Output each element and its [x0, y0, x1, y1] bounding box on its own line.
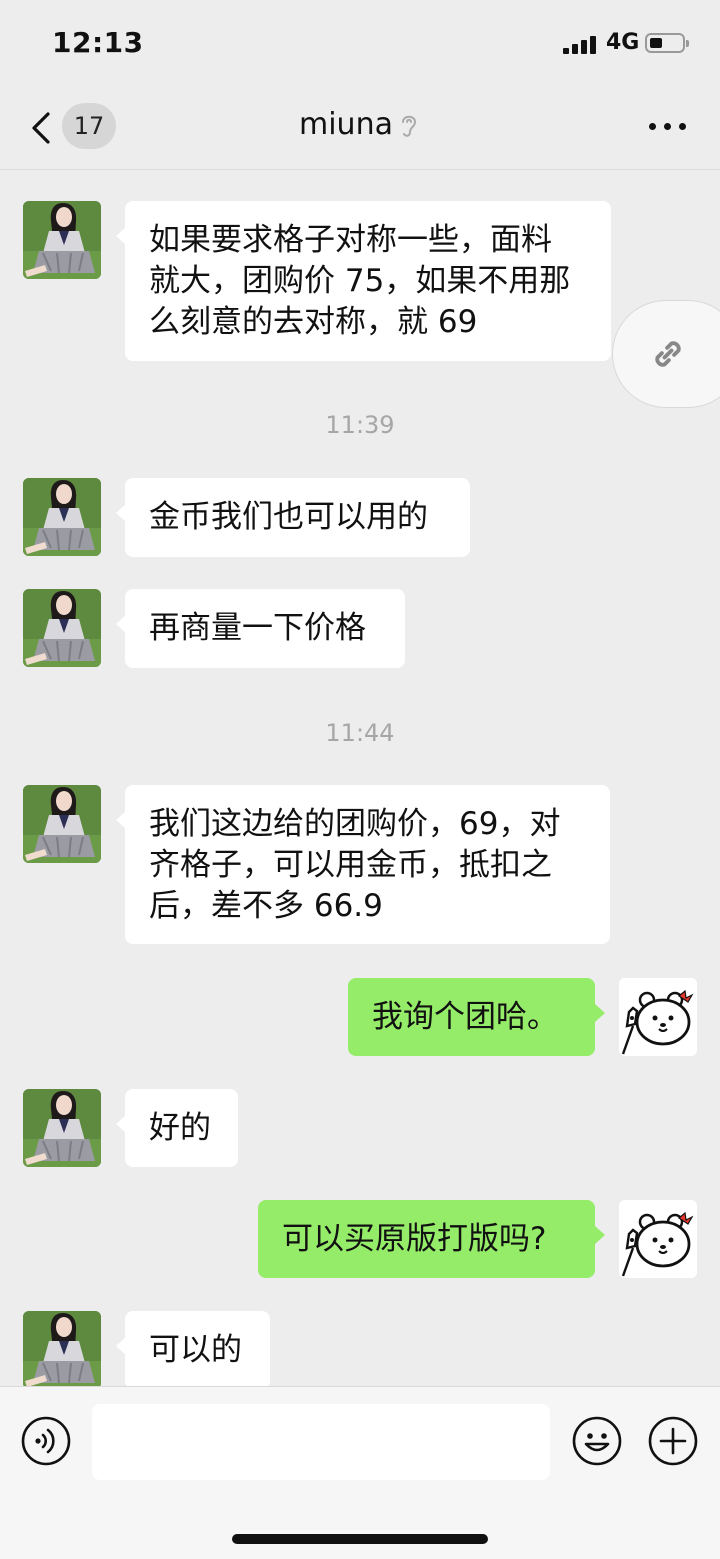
bear-avatar-image	[619, 978, 697, 1056]
more-functions-button[interactable]	[648, 1416, 698, 1466]
contact-avatar[interactable]	[23, 1089, 101, 1167]
outgoing-message-bubble[interactable]: 我询个团哈。	[348, 978, 605, 1056]
plus-icon	[648, 1416, 698, 1466]
contact-avatar[interactable]	[23, 1311, 101, 1389]
link-icon	[655, 341, 681, 367]
contact-avatar-image	[23, 478, 101, 556]
incoming-message-bubble[interactable]: 如果要求格子对称一些，面料 就大，团购价 75，如果不用那 么刻意的去对称，就 …	[116, 201, 611, 361]
signal-icon	[563, 36, 597, 54]
battery-icon	[645, 33, 689, 53]
bear-avatar-image	[619, 1200, 697, 1278]
chat-title: miuna	[0, 107, 720, 142]
more-options-button[interactable]	[648, 116, 688, 136]
network-type: 4G	[606, 30, 640, 55]
voice-icon	[21, 1416, 71, 1466]
status-time: 12:13	[52, 26, 144, 59]
timestamp: 11:44	[325, 719, 395, 747]
message-input[interactable]	[92, 1404, 550, 1480]
contact-avatar[interactable]	[23, 478, 101, 556]
emoji-icon	[572, 1416, 622, 1466]
my-avatar[interactable]	[619, 978, 697, 1056]
incoming-message-bubble[interactable]: 金币我们也可以用的	[116, 478, 470, 557]
incoming-message-bubble[interactable]: 再商量一下价格	[116, 589, 405, 668]
outgoing-message-bubble[interactable]: 可以买原版打版吗?	[258, 1200, 605, 1278]
timestamp: 11:39	[325, 411, 395, 439]
contact-avatar[interactable]	[23, 785, 101, 863]
contact-avatar-image	[23, 201, 101, 279]
contact-name: miuna	[299, 107, 393, 142]
contact-avatar-image	[23, 1089, 101, 1167]
home-indicator[interactable]	[232, 1534, 488, 1544]
contact-avatar[interactable]	[23, 201, 101, 279]
incoming-message-bubble[interactable]: 好的	[116, 1089, 238, 1167]
my-avatar[interactable]	[619, 1200, 697, 1278]
voice-input-button[interactable]	[21, 1416, 71, 1466]
incoming-message-bubble[interactable]: 可以的	[116, 1311, 270, 1389]
emoji-button[interactable]	[572, 1416, 622, 1466]
contact-avatar-image	[23, 785, 101, 863]
status-bar: 12:13 4G	[0, 0, 720, 88]
contact-avatar-image	[23, 589, 101, 667]
listening-ear-icon	[401, 115, 416, 137]
contact-avatar-image	[23, 1311, 101, 1389]
contact-avatar[interactable]	[23, 589, 101, 667]
chat-header: 17 miuna	[0, 88, 720, 170]
incoming-message-bubble[interactable]: 我们这边给的团购价，69，对 齐格子，可以用金币，抵扣之 后，差不多 66.9	[116, 785, 610, 944]
link-floating-button[interactable]	[612, 300, 720, 408]
